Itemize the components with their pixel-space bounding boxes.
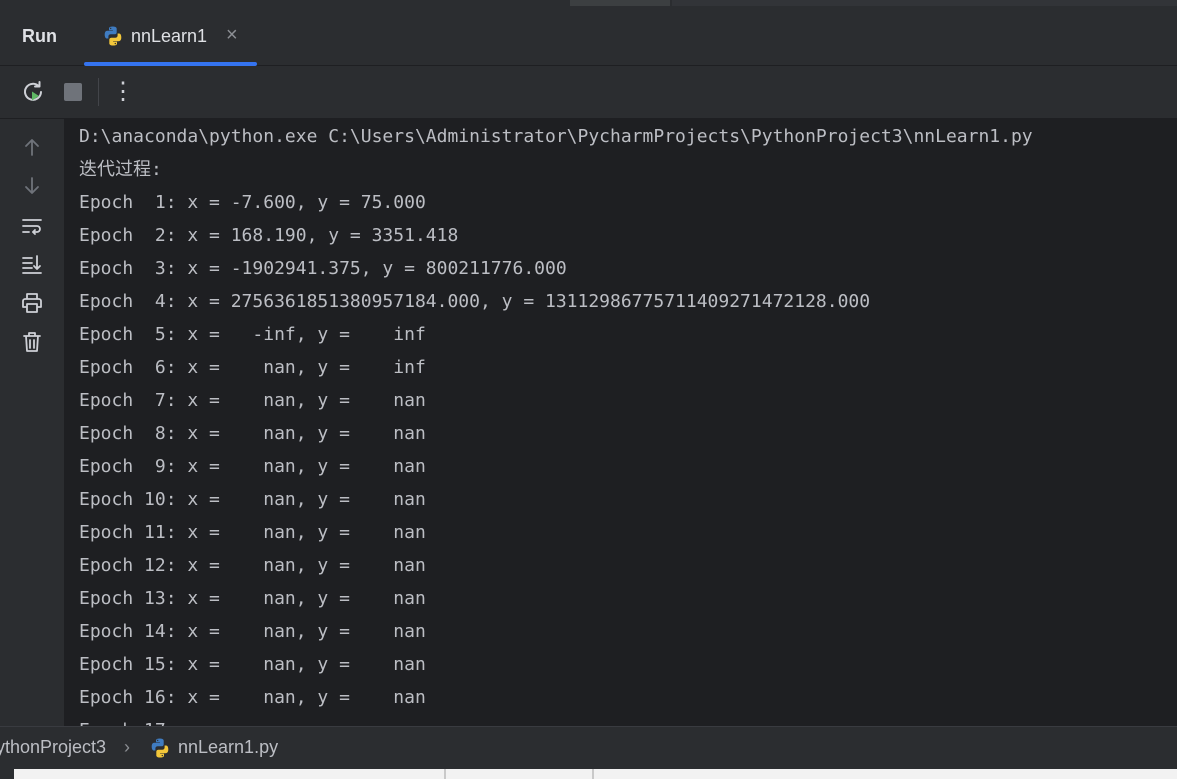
print-icon[interactable]	[20, 291, 44, 315]
output-line: Epoch 13: x = nan, y = nan	[79, 588, 426, 609]
arrow-down-icon[interactable]	[20, 174, 44, 198]
run-tool-window-header: Run nnLearn1 ×	[0, 6, 1177, 66]
output-line: Epoch 4: x = 2756361851380957184.000, y …	[79, 291, 871, 312]
breadcrumb-project[interactable]: PythonProject3	[0, 737, 106, 758]
breadcrumb-separator: ›	[124, 737, 130, 757]
arrow-up-icon[interactable]	[20, 135, 44, 159]
scroll-to-end-icon[interactable]	[20, 252, 44, 276]
output-line: Epoch 12: x = nan, y = nan	[79, 555, 426, 576]
tab-nnlearn1[interactable]: nnLearn1 ×	[84, 6, 257, 66]
strip-divider	[444, 769, 446, 779]
navigation-bar: PythonProject3 › nnLearn1.py	[0, 726, 1177, 769]
output-line: Epoch 15: x = nan, y = nan	[79, 654, 426, 675]
bottom-window-strip	[0, 769, 1177, 779]
rerun-icon	[24, 81, 42, 101]
console-output[interactable]: D:\anaconda\python.exe C:\Users\Administ…	[64, 119, 1177, 726]
strip-edge	[0, 769, 14, 779]
output-line: Epoch 9: x = nan, y = nan	[79, 456, 426, 477]
stop-button[interactable]	[60, 79, 86, 105]
output-line: Epoch 8: x = nan, y = nan	[79, 423, 426, 444]
python-icon	[104, 26, 122, 46]
output-line: Epoch 1: x = -7.600, y = 75.000	[79, 192, 426, 213]
output-heading: 迭代过程:	[79, 159, 162, 180]
more-options-button[interactable]: ⋮	[110, 77, 136, 105]
stop-icon	[64, 83, 82, 101]
rerun-button[interactable]	[20, 79, 46, 105]
output-line: Epoch 2: x = 168.190, y = 3351.418	[79, 225, 459, 246]
output-line: Epoch 10: x = nan, y = nan	[79, 489, 426, 510]
output-line: Epoch 16: x = nan, y = nan	[79, 687, 426, 708]
console-side-toolbar	[0, 119, 64, 726]
output-line: Epoch 3: x = -1902941.375, y = 800211776…	[79, 258, 567, 279]
toolbar-separator	[98, 78, 99, 106]
output-line: Epoch 14: x = nan, y = nan	[79, 621, 426, 642]
trash-icon[interactable]	[20, 330, 44, 354]
tab-label: nnLearn1	[131, 26, 208, 46]
close-icon[interactable]: ×	[226, 24, 238, 47]
command-line: D:\anaconda\python.exe C:\Users\Administ…	[79, 126, 1033, 147]
run-title: Run	[22, 26, 57, 46]
output-line: Epoch 11: x = nan, y = nan	[79, 522, 426, 543]
python-file-icon	[151, 738, 169, 758]
soft-wrap-icon[interactable]	[20, 214, 44, 238]
output-line: Epoch 7: x = nan, y = nan	[79, 390, 426, 411]
run-toolbar: ⋮	[0, 66, 1177, 119]
strip-divider	[592, 769, 594, 779]
output-line: Epoch 5: x = -inf, y = inf	[79, 324, 426, 345]
output-line: Epoch 6: x = nan, y = inf	[79, 357, 426, 378]
breadcrumb-file[interactable]: nnLearn1.py	[178, 737, 278, 758]
